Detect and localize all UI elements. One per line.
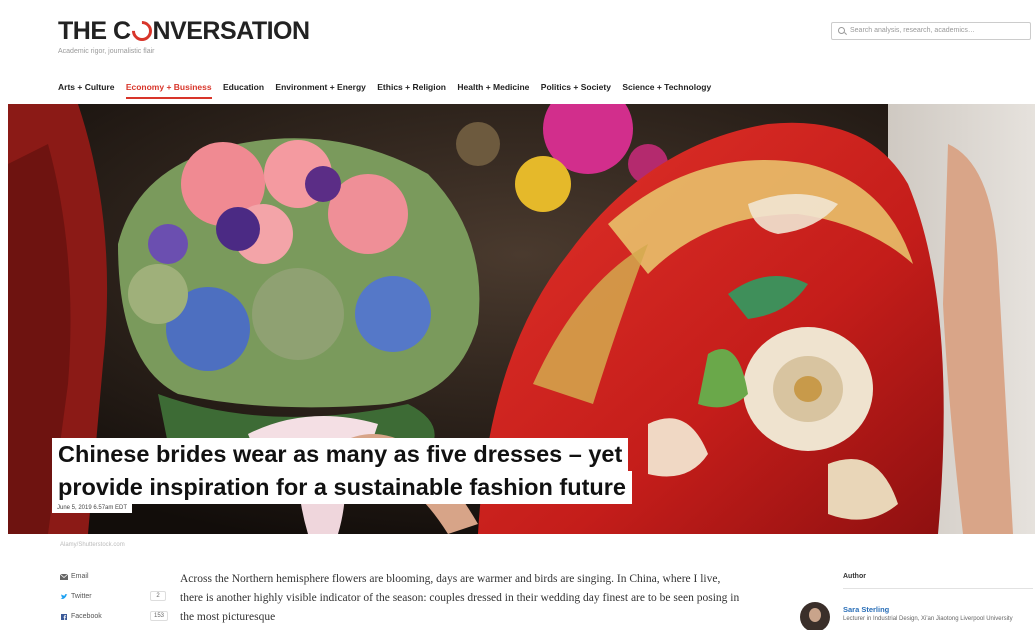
share-email-button[interactable]: Email [60, 573, 170, 593]
nav-item-health-medicine[interactable]: Health + Medicine [457, 82, 529, 97]
share-email-label: Email [71, 573, 89, 580]
nav-item-education[interactable]: Education [223, 82, 264, 97]
share-twitter-count: 2 [150, 591, 166, 601]
search-icon [838, 27, 845, 34]
search-placeholder: Search analysis, research, academics… [850, 27, 975, 34]
nav-item-arts-culture[interactable]: Arts + Culture [58, 82, 114, 97]
author-role: Lecturer in Industrial Design, Xi'an Jia… [843, 616, 1013, 622]
article-headline: Chinese brides wear as many as five dres… [52, 438, 632, 504]
site-logo[interactable]: THE C NVERSATION [58, 16, 310, 46]
logo-o-icon [127, 16, 156, 46]
nav-item-politics-society[interactable]: Politics + Society [541, 82, 611, 97]
nav-item-economy-business[interactable]: Economy + Business [125, 82, 212, 99]
share-facebook-count: 153 [150, 611, 169, 621]
email-icon [60, 574, 68, 580]
headline-line-2: provide inspiration for a sustainable fa… [52, 471, 632, 504]
share-twitter-label: Twitter [71, 593, 92, 600]
twitter-icon [60, 594, 68, 599]
section-nav: Arts + Culture Economy + Business Educat… [58, 82, 720, 102]
site-tagline: Academic rigor, journalistic flair [58, 48, 155, 55]
author-avatar[interactable] [800, 602, 830, 630]
facebook-icon [61, 614, 67, 620]
author-name-link[interactable]: Sara Sterling [843, 605, 889, 614]
share-twitter-button[interactable]: Twitter 2 [60, 591, 170, 613]
nav-item-ethics-religion[interactable]: Ethics + Religion [377, 82, 446, 97]
nav-item-science-technology[interactable]: Science + Technology [622, 82, 711, 97]
article-date: June 5, 2019 6.57am EDT [52, 503, 133, 513]
nav-item-environment-energy[interactable]: Environment + Energy [275, 82, 365, 97]
article-body: Across the Northern hemisphere flowers a… [180, 573, 740, 623]
image-credit: Alamy/Shutterstock.com [60, 542, 125, 548]
share-facebook-button[interactable]: Facebook 153 [60, 611, 170, 630]
share-panel: Email Twitter 2 Facebook 153 [60, 573, 170, 630]
search-input[interactable]: Search analysis, research, academics… [831, 22, 1031, 40]
share-facebook-label: Facebook [71, 613, 102, 620]
author-divider [843, 588, 1033, 589]
author-heading: Author [843, 573, 866, 580]
site-header: THE C NVERSATION Academic rigor, journali… [0, 0, 1035, 104]
headline-line-1: Chinese brides wear as many as five dres… [52, 438, 629, 471]
